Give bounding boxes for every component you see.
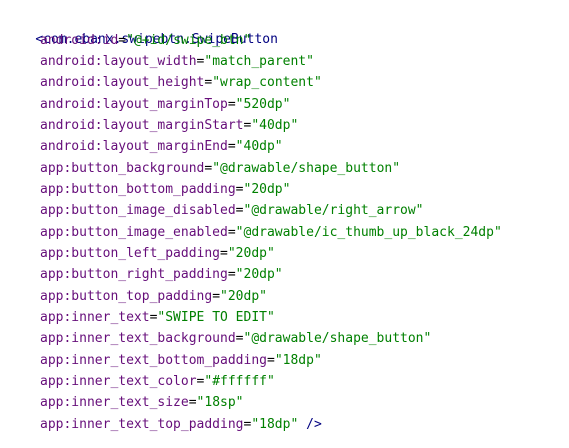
code-line: app:button_left_padding="20dp" bbox=[40, 246, 275, 261]
attribute-value: "20dp" bbox=[227, 246, 275, 261]
code-editor[interactable]: <com.ebanx.swipebtn.SwipeButton android:… bbox=[0, 0, 569, 448]
attribute-name: android:layout_marginEnd bbox=[40, 139, 228, 154]
attribute-name: app:button_image_disabled bbox=[40, 203, 236, 218]
attribute-name: app:inner_text_background bbox=[40, 331, 236, 346]
code-line: app:inner_text_top_padding="18dp" /> bbox=[40, 417, 322, 432]
attribute-value: "@drawable/shape_button" bbox=[243, 331, 432, 346]
attribute-value: "40dp" bbox=[235, 139, 283, 154]
attribute-value: "wrap_content" bbox=[212, 75, 322, 90]
code-line-open-tag: <com.ebanx.swipebtn.SwipeButton bbox=[0, 8, 278, 47]
code-line: android:layout_marginTop="520dp" bbox=[40, 97, 291, 112]
attribute-name: android:layout_marginStart bbox=[40, 118, 244, 133]
attribute-value: "match_parent" bbox=[204, 54, 314, 69]
attribute-value: "20dp" bbox=[220, 289, 267, 304]
attribute-name: app:button_top_padding bbox=[40, 289, 213, 304]
attribute-name: android:layout_width bbox=[40, 54, 197, 69]
attribute-name: android:layout_marginTop bbox=[40, 97, 228, 112]
code-line: app:button_image_enabled="@drawable/ic_t… bbox=[40, 225, 502, 240]
attribute-name: app:inner_text bbox=[40, 310, 150, 325]
code-line: app:inner_text="SWIPE TO EDIT" bbox=[40, 310, 275, 325]
attribute-value: "40dp" bbox=[251, 118, 299, 133]
attribute-name: app:button_left_padding bbox=[40, 246, 221, 261]
attribute-value: "20dp" bbox=[243, 182, 291, 197]
code-line: android:id="@+id/swipe_btn" bbox=[40, 33, 252, 48]
xml-self-close: /> bbox=[298, 417, 322, 432]
code-line: app:inner_text_size="18sp" bbox=[40, 395, 244, 410]
code-line: android:layout_marginStart="40dp" bbox=[40, 118, 299, 133]
attribute-name: app:button_background bbox=[40, 161, 205, 176]
attribute-value: "@drawable/ic_thumb_up_black_24dp" bbox=[235, 225, 502, 240]
attribute-name: app:inner_text_color bbox=[40, 374, 197, 389]
attribute-value: "@drawable/shape_button" bbox=[212, 161, 401, 176]
code-line: app:button_background="@drawable/shape_b… bbox=[40, 161, 401, 176]
attribute-value: "20dp" bbox=[235, 267, 283, 282]
attribute-value: "18sp" bbox=[196, 395, 244, 410]
code-line: android:layout_width="match_parent" bbox=[40, 54, 314, 69]
attribute-name: app:button_right_padding bbox=[40, 267, 228, 282]
code-line: android:layout_height="wrap_content" bbox=[40, 75, 322, 90]
code-line: app:button_right_padding="20dp" bbox=[40, 267, 283, 282]
code-line: app:inner_text_color="#ffffff" bbox=[40, 374, 275, 389]
attribute-value: "@+id/swipe_btn" bbox=[126, 33, 252, 48]
attribute-value: "520dp" bbox=[235, 97, 291, 112]
attribute-name: app:button_bottom_padding bbox=[40, 182, 236, 197]
code-line: app:button_image_disabled="@drawable/rig… bbox=[40, 203, 424, 218]
code-line: app:inner_text_bottom_padding="18dp" bbox=[40, 353, 322, 368]
attribute-value: "@drawable/right_arrow" bbox=[243, 203, 424, 218]
attribute-value: "#ffffff" bbox=[204, 374, 275, 389]
attribute-name: app:button_image_enabled bbox=[40, 225, 228, 240]
attribute-value: "SWIPE TO EDIT" bbox=[157, 310, 275, 325]
code-line: app:button_bottom_padding="20dp" bbox=[40, 182, 291, 197]
attribute-value: "18dp" bbox=[251, 417, 299, 432]
code-line: app:inner_text_background="@drawable/sha… bbox=[40, 331, 432, 346]
attribute-name: app:inner_text_bottom_padding bbox=[40, 353, 267, 368]
attribute-name: app:inner_text_top_padding bbox=[40, 417, 244, 432]
code-line: app:button_top_padding="20dp" bbox=[40, 289, 267, 304]
attribute-value: "18dp" bbox=[274, 353, 322, 368]
attribute-name: app:inner_text_size bbox=[40, 395, 189, 410]
attribute-name: android:id bbox=[40, 33, 119, 48]
attribute-name: android:layout_height bbox=[40, 75, 205, 90]
code-line: android:layout_marginEnd="40dp" bbox=[40, 139, 283, 154]
